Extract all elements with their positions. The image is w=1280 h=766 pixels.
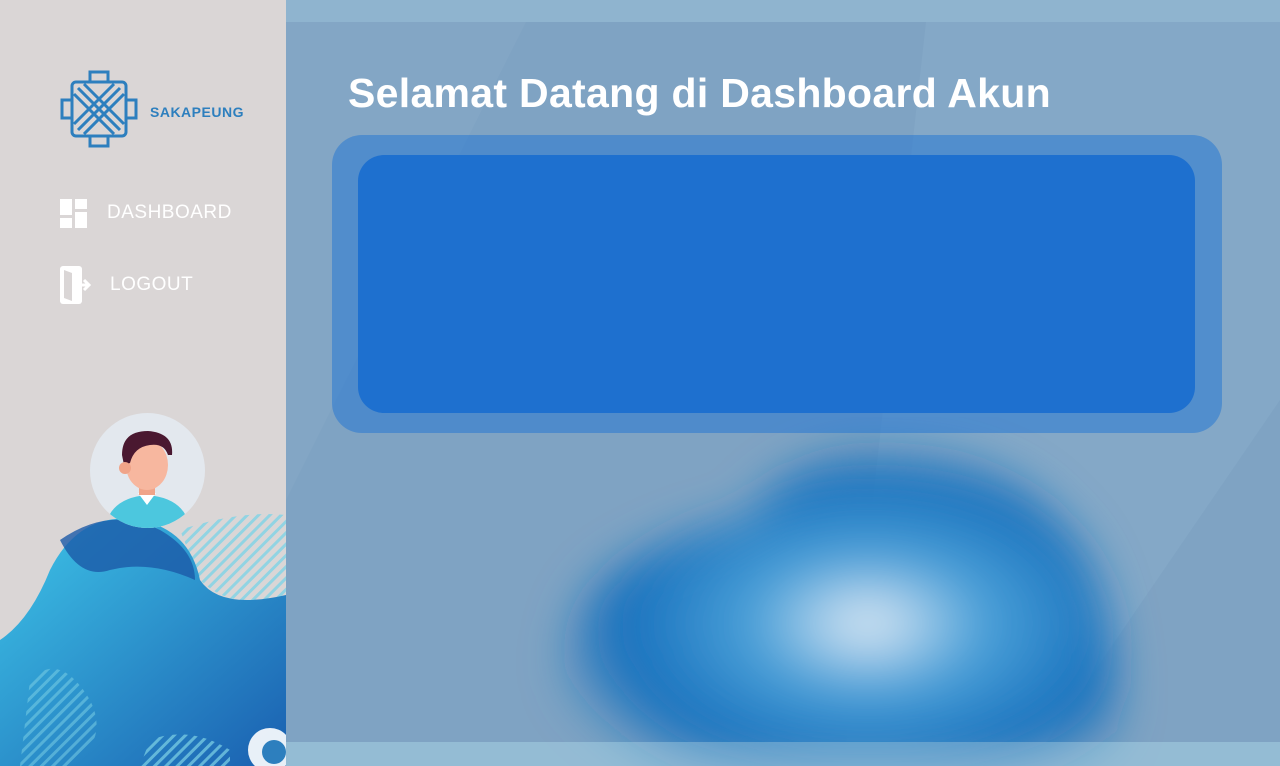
sakapeung-logo-icon [60,70,138,153]
welcome-card-panel [358,155,1195,413]
logout-door-icon [58,265,92,305]
sidebar-item-logout[interactable]: LOGOUT [58,265,193,305]
welcome-card [332,135,1222,433]
dashboard-grid-icon [58,197,88,229]
sidebar-item-dashboard[interactable]: DASHBOARD [58,197,232,229]
page-title: Selamat Datang di Dashboard Akun [348,70,1051,116]
brand-name: SAKAPEUNG [150,103,244,120]
sidebar-item-label: LOGOUT [110,274,194,295]
brand-logo[interactable]: SAKAPEUNG [60,70,244,153]
avatar[interactable] [90,413,205,528]
main-content: Selamat Datang di Dashboard Akun [286,0,1280,766]
sidebar: SAKAPEUNG DASHBOARD LOGOUT [0,0,286,766]
decorative-wave-art [0,514,286,766]
sidebar-item-label: DASHBOARD [107,202,232,223]
